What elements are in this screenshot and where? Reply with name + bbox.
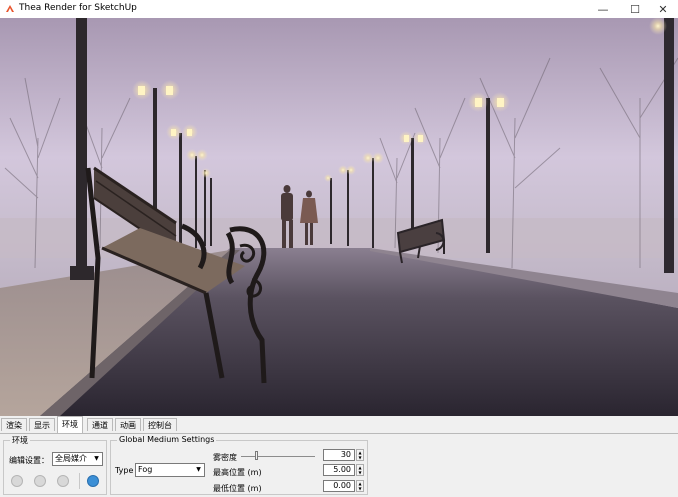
- tab-console[interactable]: 控制台: [143, 418, 177, 431]
- render-preview-image: [0, 18, 678, 416]
- density-slider-thumb[interactable]: [254, 451, 258, 460]
- min-height-spinner[interactable]: ▲ ▼: [356, 480, 364, 492]
- global-medium-settings-title: Global Medium Settings: [117, 435, 217, 444]
- density-label: 雾密度: [213, 453, 237, 462]
- global-medium-settings-group: Global Medium Settings Type Fog ▼ 雾密度 30…: [110, 435, 368, 495]
- tab-bar: 渲染 显示 环境 通道 动画 控制台: [0, 416, 678, 434]
- tab-display[interactable]: 显示: [29, 418, 55, 431]
- max-height-spinner[interactable]: ▲ ▼: [356, 464, 364, 476]
- type-label: Type: [115, 466, 134, 475]
- maximize-button[interactable]: ☐: [620, 0, 650, 18]
- max-height-input[interactable]: 5.00: [323, 464, 355, 476]
- tab-environment[interactable]: 环境: [57, 416, 83, 433]
- density-input[interactable]: 30: [323, 449, 355, 461]
- type-select[interactable]: Fog ▼: [135, 463, 205, 477]
- edit-settings-value: 全局媒介: [55, 454, 87, 463]
- edit-settings-select[interactable]: 全局媒介 ▼: [52, 452, 103, 466]
- chevron-down-icon: ▼: [94, 455, 99, 462]
- tab-render[interactable]: 渲染: [1, 418, 27, 431]
- minimize-button[interactable]: —: [588, 0, 618, 18]
- tab-animation[interactable]: 动画: [115, 418, 141, 431]
- min-height-input[interactable]: 0.00: [323, 480, 355, 492]
- sun-disabled-icon[interactable]: [34, 475, 46, 487]
- window-title: Thea Render for SketchUp: [19, 3, 137, 13]
- environment-group-title: 环境: [10, 435, 30, 446]
- render-viewport[interactable]: [0, 18, 678, 416]
- close-button[interactable]: ✕: [648, 0, 678, 18]
- globe-disabled-icon[interactable]: [11, 475, 23, 487]
- sky-disabled-icon[interactable]: [57, 475, 69, 487]
- chevron-down-icon: ▼: [196, 466, 201, 473]
- edit-settings-label: 编辑设置：: [9, 456, 49, 465]
- thea-logo-icon: [6, 5, 14, 12]
- type-value: Fog: [138, 465, 153, 474]
- tab-channels[interactable]: 通道: [87, 418, 113, 431]
- environment-group: 环境 编辑设置： 全局媒介 ▼: [3, 435, 107, 495]
- medium-globe-icon[interactable]: [87, 475, 99, 487]
- title-bar: Thea Render for SketchUp — ☐ ✕: [0, 0, 678, 19]
- density-slider-track[interactable]: [241, 456, 315, 457]
- button-divider: [79, 473, 80, 489]
- min-height-label: 最低位置 (m): [213, 484, 262, 493]
- max-height-label: 最高位置 (m): [213, 468, 262, 477]
- density-spinner[interactable]: ▲ ▼: [356, 449, 364, 461]
